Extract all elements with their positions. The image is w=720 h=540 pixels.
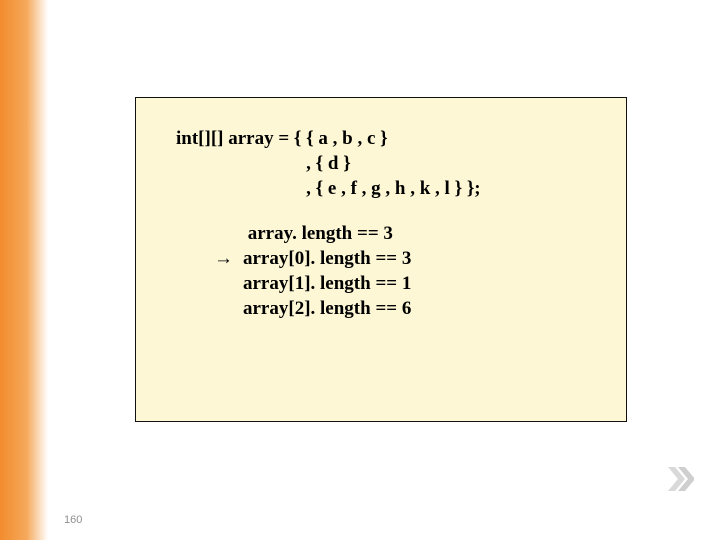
decl-line: , { e , f , g , h , k , l } }; [306,176,480,201]
results-block: → array. length == 3 array[0]. length ==… [176,221,604,321]
arrow-cell: → [176,221,243,321]
code-box: int[][] array = { { a , b , c } , { d } … [135,97,627,422]
result-line: array[0]. length == 3 [243,246,411,271]
decl-value-column: { a , b , c } , { d } , { e , f , g , h … [306,126,480,201]
result-line: array[1]. length == 1 [243,271,411,296]
result-line: array. length == 3 [243,221,411,246]
slide: int[][] array = { { a , b , c } , { d } … [0,0,720,540]
array-declaration: int[][] array = { { a , b , c } , { d } … [176,126,604,201]
decl-lead-text: int[][] array = { [176,126,306,201]
left-gradient-strip [0,0,48,540]
right-arrow-icon: → [214,248,233,269]
decl-line: , { d } [306,151,480,176]
result-lines: array. length == 3 array[0]. length == 3… [243,221,411,321]
page-number: 160 [64,514,82,526]
next-chevron-icon [664,464,694,494]
result-line: array[2]. length == 6 [243,296,411,321]
decl-line: { a , b , c } [306,126,480,151]
